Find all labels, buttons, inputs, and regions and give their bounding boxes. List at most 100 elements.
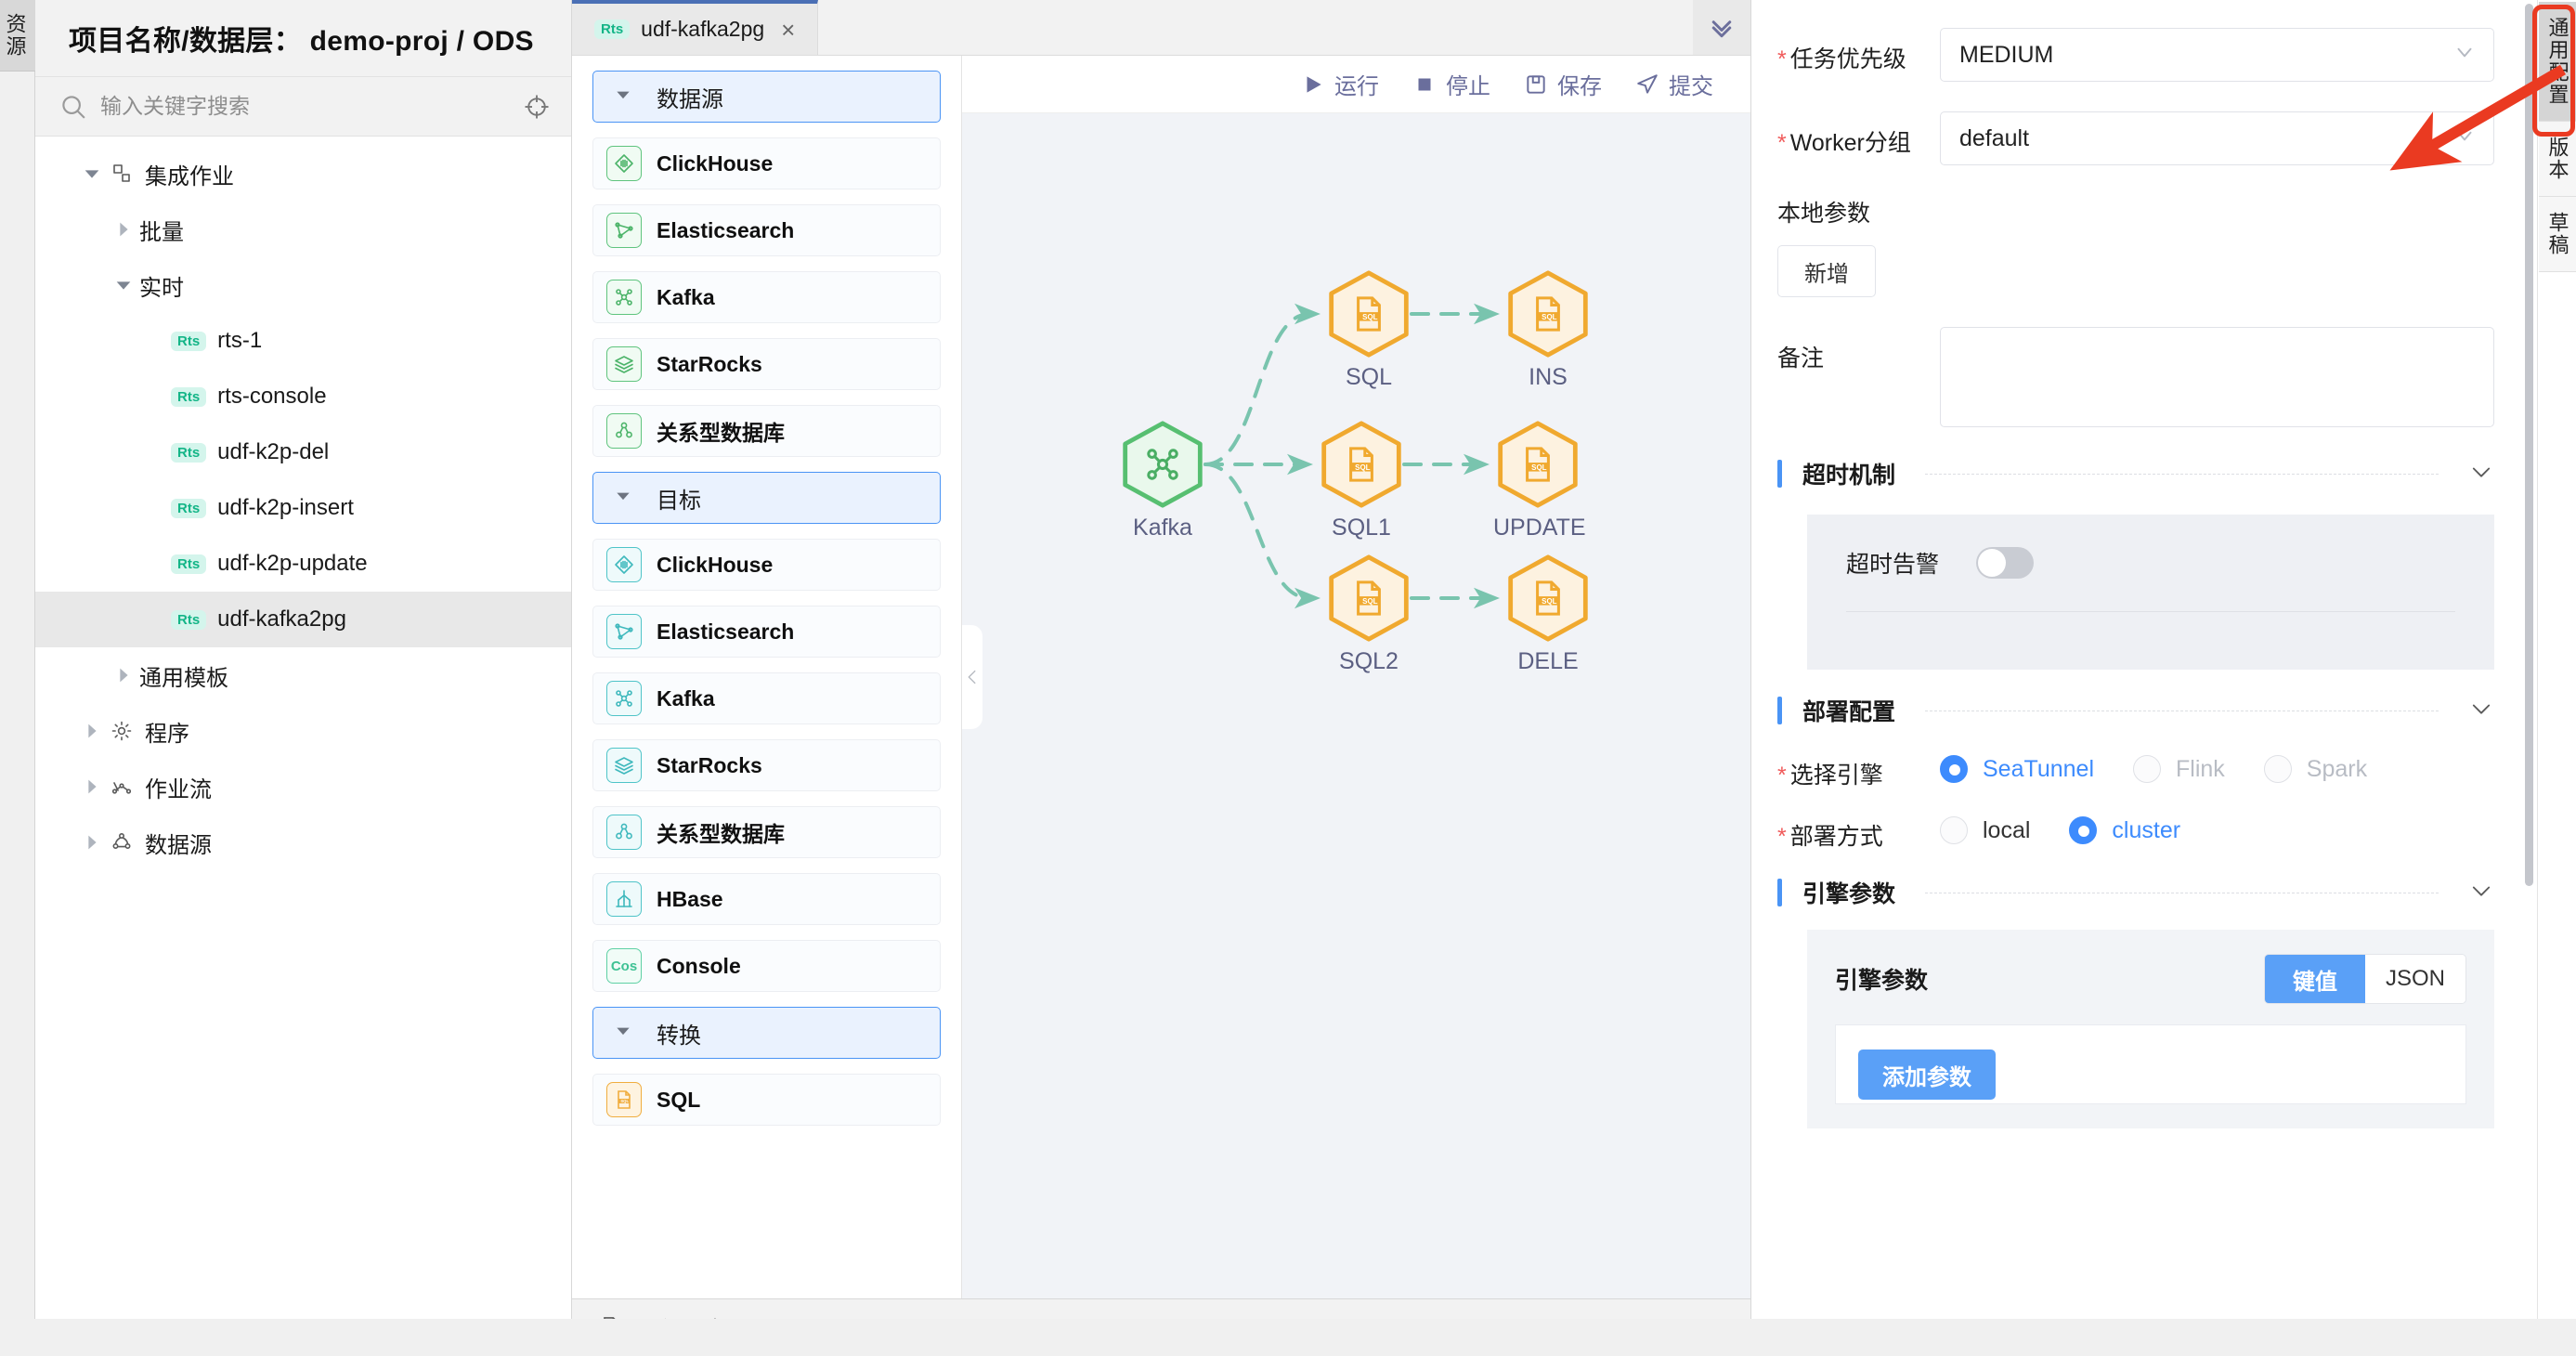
caret-right-icon[interactable] (80, 719, 104, 743)
tree-item-数据源[interactable]: 数据源 (35, 815, 571, 870)
chevron-down-icon[interactable] (2468, 878, 2494, 908)
flow-node-SQL1[interactable]: SQLSQL1 (1317, 420, 1406, 541)
flow-node-Kafka[interactable]: Kafka (1118, 420, 1207, 541)
section-accent-bar (1777, 697, 1782, 724)
radio-SeaTunnel[interactable] (1940, 755, 1968, 783)
chevron-down-icon[interactable] (2468, 459, 2494, 489)
tree-item-rts-1[interactable]: Rtsrts-1 (35, 313, 571, 369)
palette-item-StarRocks[interactable]: StarRocks (592, 338, 941, 390)
toolbar-运行-button[interactable]: 运行 (1301, 68, 1379, 100)
play-icon (1301, 72, 1325, 97)
tree-item-程序[interactable]: 程序 (35, 703, 571, 759)
palette-item-SQL[interactable]: SQLSQL (592, 1074, 941, 1126)
segment-键值[interactable]: 键值 (2265, 955, 2365, 1003)
close-icon[interactable]: × (781, 18, 795, 42)
tree-item-通用模板[interactable]: 通用模板 (35, 647, 571, 703)
remark-textarea[interactable] (1940, 327, 2494, 427)
tab-udf-kafka2pg[interactable]: Rts udf-kafka2pg × (572, 0, 818, 55)
node-shape: SQL (1324, 269, 1413, 359)
flow-node-DELE[interactable]: SQLDELE (1503, 554, 1593, 675)
chevron-down-icon (2452, 40, 2477, 71)
svg-text:SQL: SQL (1531, 463, 1547, 472)
engine-params-section-header[interactable]: 引擎参数 (1777, 876, 2494, 909)
flow-node-INS[interactable]: SQLINS (1503, 269, 1593, 391)
caret-down-icon[interactable] (80, 162, 104, 186)
node-label: SQL1 (1317, 515, 1406, 541)
node-icon: SQL (1324, 554, 1413, 643)
add-local-param-button[interactable]: 新增 (1777, 245, 1876, 297)
chevron-double-down-icon[interactable] (1693, 0, 1750, 55)
caret-right-icon[interactable] (111, 663, 136, 687)
right-tab-版本[interactable]: 版本 (2539, 122, 2576, 197)
timeout-section-title: 超时机制 (1802, 457, 1895, 490)
palette-item-Elasticsearch[interactable]: Elasticsearch (592, 606, 941, 658)
palette-item-Console[interactable]: CosConsole (592, 940, 941, 992)
tree-item-udf-k2p-insert[interactable]: Rtsudf-k2p-insert (35, 480, 571, 536)
tree-item-label: 集成作业 (145, 158, 234, 190)
node-icon: SQL (1493, 420, 1582, 509)
tree-item-rts-console[interactable]: Rtsrts-console (35, 369, 571, 424)
toolbar-提交-button[interactable]: 提交 (1635, 68, 1713, 100)
toolbar-保存-button[interactable]: 保存 (1524, 68, 1602, 100)
priority-select[interactable]: MEDIUM (1940, 28, 2494, 82)
palette-item-Kafka[interactable]: Kafka (592, 672, 941, 724)
palette-item-ClickHouse[interactable]: ClickHouse (592, 137, 941, 189)
search-input[interactable] (100, 94, 510, 119)
node-type-badge: Rts (171, 332, 206, 351)
tree-item-作业流[interactable]: 作业流 (35, 759, 571, 815)
tree-item-udf-k2p-update[interactable]: Rtsudf-k2p-update (35, 536, 571, 592)
right-tab-草稿[interactable]: 草稿 (2539, 197, 2576, 272)
console-icon: Cos (606, 948, 642, 984)
tree-item-label: 实时 (139, 269, 184, 302)
palette-item-Elasticsearch[interactable]: Elasticsearch (592, 204, 941, 256)
radio-Flink[interactable] (2133, 755, 2161, 783)
palette-item-StarRocks[interactable]: StarRocks (592, 739, 941, 791)
editor-body: 数据源 ClickHouse Elasticsearch Kafka StarRocks… (572, 56, 1750, 1298)
node-icon: SQL (1324, 269, 1413, 359)
tree-item-实时[interactable]: 实时 (35, 257, 571, 313)
rail-tab-resources[interactable]: 资源 (0, 0, 35, 72)
palette-item-ClickHouse[interactable]: ClickHouse (592, 539, 941, 591)
tree-item-集成作业[interactable]: 集成作业 (35, 146, 571, 202)
flow-node-SQL2[interactable]: SQLSQL2 (1324, 554, 1413, 675)
canvas-body[interactable]: KafkaSQLSQLSQLSQL1SQLSQL2SQLINSSQLUPDATE… (962, 113, 1750, 1298)
flow-node-UPDATE[interactable]: SQLUPDATE (1493, 420, 1582, 541)
toolbar-停止-button[interactable]: 停止 (1412, 68, 1490, 100)
locate-icon[interactable] (523, 93, 551, 121)
node-icon: SQL (1503, 269, 1593, 359)
chevron-down-icon[interactable] (2468, 696, 2494, 726)
chevron-left-icon[interactable] (962, 625, 982, 729)
caret-right-icon[interactable] (80, 830, 104, 854)
timeout-section-header[interactable]: 超时机制 (1777, 457, 2494, 490)
timeout-alarm-toggle[interactable] (1976, 547, 2034, 579)
right-tab-通用配置[interactable]: 通用配置 (2539, 2, 2576, 122)
palette-item-关系型数据库[interactable]: 关系型数据库 (592, 806, 941, 858)
palette-group-数据源[interactable]: 数据源 (592, 71, 941, 123)
starrocks-icon (606, 346, 642, 382)
tree-item-udf-kafka2pg[interactable]: Rtsudf-kafka2pg (35, 592, 571, 647)
radio-local[interactable] (1940, 816, 1968, 844)
caret-right-icon[interactable] (111, 217, 136, 241)
caret-right-icon[interactable] (80, 775, 104, 799)
radio-Spark[interactable] (2264, 755, 2292, 783)
tree-item-udf-k2p-del[interactable]: Rtsudf-k2p-del (35, 424, 571, 480)
config-panel-scrollbar[interactable] (2525, 4, 2533, 886)
add-param-button[interactable]: 添加参数 (1858, 1050, 1996, 1100)
caret-down-icon[interactable] (111, 273, 136, 297)
palette-item-Kafka[interactable]: Kafka (592, 271, 941, 323)
palette-group-目标[interactable]: 目标 (592, 472, 941, 524)
radio-label-Spark: Spark (2307, 756, 2367, 783)
flow-node-SQL[interactable]: SQLSQL (1324, 269, 1413, 391)
palette-item-HBase[interactable]: HBase (592, 873, 941, 925)
worker-group-select[interactable]: default (1940, 111, 2494, 165)
palette-item-关系型数据库[interactable]: 关系型数据库 (592, 405, 941, 457)
flow-canvas[interactable]: 运行停止保存提交 KafkaSQLSQLSQLSQL1SQLSQL2SQLINS… (962, 56, 1750, 1298)
tree-item-label: udf-k2p-update (217, 551, 367, 577)
tree-item-批量[interactable]: 批量 (35, 202, 571, 257)
palette-group-转换[interactable]: 转换 (592, 1007, 941, 1059)
engine-params-view-toggle: 键值JSON (2264, 954, 2466, 1004)
segment-JSON[interactable]: JSON (2365, 955, 2465, 1003)
radio-cluster[interactable] (2069, 816, 2097, 844)
worker-group-row: *Worker分组 default (1777, 111, 2494, 165)
deploy-section-header[interactable]: 部署配置 (1777, 694, 2494, 727)
